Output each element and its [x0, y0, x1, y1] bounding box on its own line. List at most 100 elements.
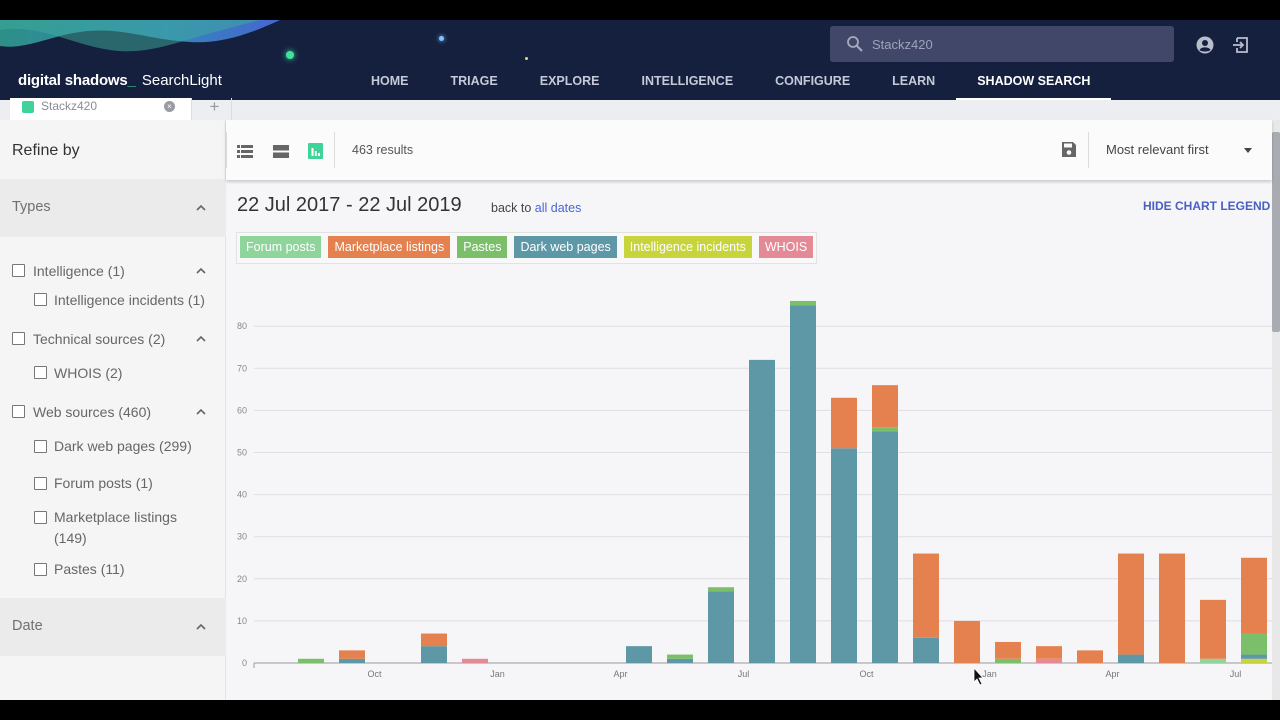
bar-pastes-jul-2019[interactable]	[1241, 633, 1267, 655]
checkbox-marketplace-listings[interactable]	[34, 511, 47, 524]
bar-pastes-aug-2017[interactable]	[298, 658, 324, 663]
bar-whois-feb-2019[interactable]	[1036, 658, 1062, 663]
compact-view-icon[interactable]	[273, 145, 289, 158]
chevron-up-icon[interactable]	[196, 266, 206, 276]
legend-item-intelligence-incidents[interactable]: Intelligence incidents	[623, 236, 752, 258]
bar-pastes-jan-2019[interactable]	[995, 658, 1021, 663]
bar-dark-web-pages-nov-2018[interactable]	[913, 637, 939, 663]
filter-intelligence[interactable]: Intelligence (1)	[33, 261, 125, 282]
bar-dark-web-pages-jun-2018[interactable]	[708, 591, 734, 663]
checkbox-intelligence-incidents[interactable]	[34, 293, 47, 306]
main-nav: HOME TRIAGE EXPLORE INTELLIGENCE CONFIGU…	[350, 73, 1112, 101]
bar-dark-web-pages-apr-2019[interactable]	[1118, 654, 1144, 663]
search-input[interactable]	[872, 26, 1162, 62]
bar-dark-web-pages-may-2018[interactable]	[667, 658, 693, 663]
nav-explore[interactable]: EXPLORE	[519, 73, 621, 101]
x-tick-label: Jan	[490, 669, 505, 679]
bar-pastes-aug-2018[interactable]	[790, 300, 816, 306]
close-tab-icon[interactable]: ×	[164, 101, 175, 112]
results-toolbar: 463 results Most relevant first	[226, 120, 1272, 180]
checkbox-forum-posts[interactable]	[34, 477, 47, 490]
divider	[226, 132, 227, 168]
filter-technical-sources[interactable]: Technical sources (2)	[33, 329, 165, 350]
legend-item-whois[interactable]: WHOIS	[758, 236, 814, 258]
types-section-header[interactable]: Types	[0, 179, 226, 237]
bar-forum-posts-jun-2019[interactable]	[1200, 658, 1226, 663]
legend-item-pastes[interactable]: Pastes	[457, 236, 508, 258]
legend-item-dark-web-pages[interactable]: Dark web pages	[514, 236, 617, 258]
bar-marketplace-listings-feb-2019[interactable]	[1036, 646, 1062, 659]
search-tab[interactable]: Stackz420 ×	[10, 98, 192, 120]
bar-dark-web-pages-oct-2018[interactable]	[872, 431, 898, 663]
bar-marketplace-listings-sep-2017[interactable]	[339, 650, 365, 659]
bar-marketplace-listings-may-2019[interactable]	[1159, 553, 1185, 663]
list-view-icon[interactable]	[237, 145, 253, 158]
bar-marketplace-listings-sep-2018[interactable]	[831, 397, 857, 449]
filter-intelligence-incidents[interactable]: Intelligence incidents (1)	[54, 290, 205, 311]
bar-dark-web-pages-nov-2017[interactable]	[421, 646, 447, 663]
bar-marketplace-listings-jul-2019[interactable]	[1241, 557, 1267, 634]
nav-intelligence[interactable]: INTELLIGENCE	[620, 73, 754, 101]
all-dates-link[interactable]: all dates	[535, 201, 582, 215]
bar-dark-web-pages-aug-2018[interactable]	[790, 305, 816, 663]
bar-pastes-may-2018[interactable]	[667, 654, 693, 659]
brand-logo[interactable]: digital shadows_ SearchLight	[18, 72, 222, 89]
filter-whois[interactable]: WHOIS (2)	[54, 363, 122, 384]
chart-view-icon[interactable]	[308, 143, 323, 159]
bar-pastes-oct-2018[interactable]	[872, 427, 898, 432]
hide-chart-legend-button[interactable]: HIDE CHART LEGEND	[1143, 199, 1270, 213]
nav-configure[interactable]: CONFIGURE	[754, 73, 871, 101]
checkbox-dark-web-pages[interactable]	[34, 440, 47, 453]
filter-marketplace-listings[interactable]: Marketplace listings (149)	[54, 507, 204, 549]
nav-learn[interactable]: LEARN	[871, 73, 956, 101]
filter-forum-posts[interactable]: Forum posts (1)	[54, 473, 153, 494]
checkbox-pastes[interactable]	[34, 563, 47, 576]
bar-marketplace-listings-nov-2017[interactable]	[421, 633, 447, 647]
types-header-label: Types	[12, 199, 51, 215]
caret-down-icon[interactable]	[1244, 148, 1252, 153]
bar-intelligence-incidents-jul-2019[interactable]	[1241, 658, 1267, 663]
filter-web-sources[interactable]: Web sources (460)	[33, 402, 151, 423]
bar-marketplace-listings-nov-2018[interactable]	[913, 553, 939, 638]
y-tick-label: 40	[237, 490, 247, 500]
nav-triage[interactable]: TRIAGE	[430, 73, 519, 101]
brand-underscore: _	[127, 72, 136, 89]
filter-dark-web-pages[interactable]: Dark web pages (299)	[54, 436, 192, 457]
filter-pastes[interactable]: Pastes (11)	[54, 559, 125, 580]
scrollbar-thumb[interactable]	[1272, 132, 1280, 332]
checkbox-web-sources[interactable]	[12, 405, 25, 418]
search-tab-strip: Stackz420 × +	[0, 98, 1280, 120]
bar-marketplace-listings-jan-2019[interactable]	[995, 641, 1021, 659]
checkbox-intelligence[interactable]	[12, 264, 25, 277]
date-section-header[interactable]: Date	[0, 598, 226, 656]
bar-marketplace-listings-oct-2018[interactable]	[872, 385, 898, 428]
sort-select[interactable]: Most relevant first	[1106, 142, 1209, 157]
x-tick-label: Oct	[367, 669, 382, 679]
bar-marketplace-listings-apr-2019[interactable]	[1118, 553, 1144, 655]
y-tick-label: 20	[237, 574, 247, 584]
chevron-up-icon[interactable]	[196, 334, 206, 344]
checkbox-technical-sources[interactable]	[12, 332, 25, 345]
bar-marketplace-listings-dec-2018[interactable]	[954, 620, 980, 663]
bar-dark-web-pages-jul-2018[interactable]	[749, 359, 775, 663]
bar-dark-web-pages-sep-2018[interactable]	[831, 448, 857, 663]
nav-home[interactable]: HOME	[350, 73, 430, 101]
y-tick-label: 50	[237, 448, 247, 458]
legend-item-forum-posts[interactable]: Forum posts	[240, 236, 322, 258]
chevron-up-icon[interactable]	[196, 407, 206, 417]
add-tab-button[interactable]: +	[198, 98, 232, 120]
bar-dark-web-pages-jul-2019[interactable]	[1241, 654, 1267, 659]
bar-pastes-jun-2018[interactable]	[708, 587, 734, 592]
search-tab-label: Stackz420	[41, 99, 98, 113]
nav-shadow-search[interactable]: SHADOW SEARCH	[956, 73, 1112, 101]
bar-marketplace-listings-jun-2019[interactable]	[1200, 599, 1226, 659]
checkbox-whois[interactable]	[34, 366, 47, 379]
bar-whois-dec-2017[interactable]	[462, 658, 488, 663]
bar-dark-web-pages-sep-2017[interactable]	[339, 658, 365, 663]
legend-item-marketplace-listings[interactable]: Marketplace listings	[328, 236, 451, 258]
user-account-icon[interactable]	[1196, 36, 1214, 54]
bar-marketplace-listings-mar-2019[interactable]	[1077, 650, 1103, 663]
bar-dark-web-pages-apr-2018[interactable]	[626, 646, 652, 663]
save-icon[interactable]	[1061, 141, 1077, 158]
logout-icon[interactable]	[1232, 36, 1250, 54]
